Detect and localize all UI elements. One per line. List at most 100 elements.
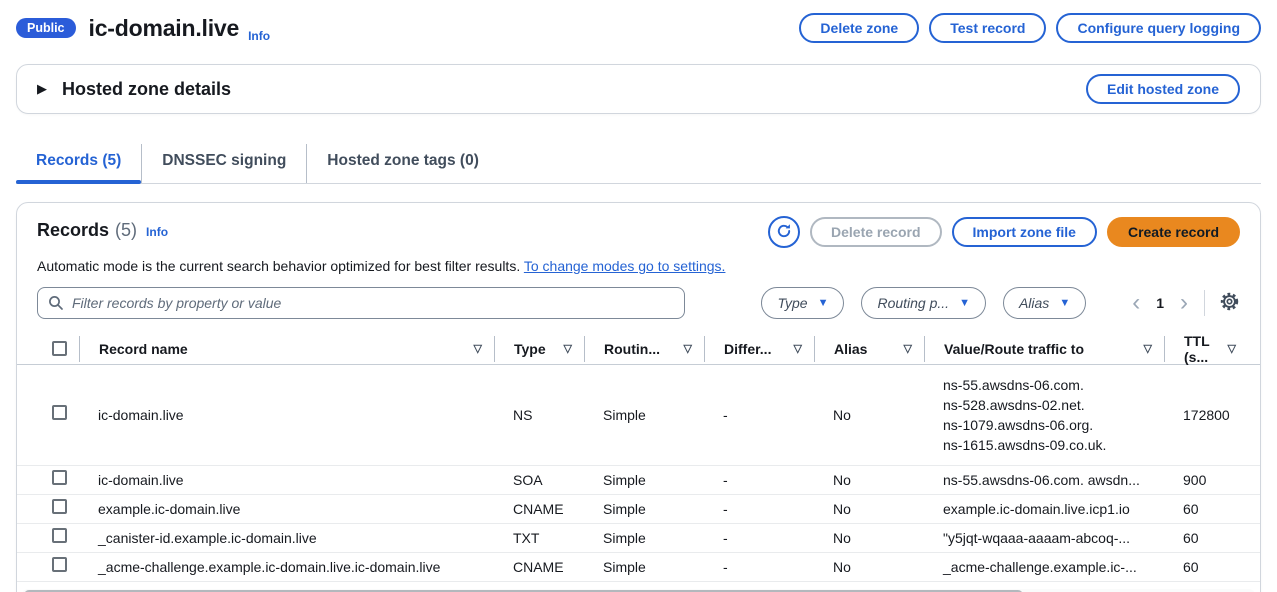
title-info-link[interactable]: Info xyxy=(248,29,270,46)
delete-record-button[interactable]: Delete record xyxy=(810,217,941,247)
ttl-cell: 60 xyxy=(1164,557,1248,577)
records-table: Record name▽ Type ▽ Routin... ▽ Differ...▽… xyxy=(17,333,1260,582)
sort-icon[interactable]: ▽ xyxy=(684,342,704,355)
hosted-zone-details-title: Hosted zone details xyxy=(62,79,231,100)
table-header-row: Record name▽ Type ▽ Routin... ▽ Differ...▽… xyxy=(17,333,1260,365)
records-panel-header: Records (5) Info Delete record Import zo… xyxy=(17,203,1260,248)
differentiator-cell: - xyxy=(704,405,814,425)
type-cell: CNAME xyxy=(494,499,584,519)
header-checkbox-cell xyxy=(37,336,79,362)
value-line: ns-1615.awsdns-09.co.uk. xyxy=(943,435,1164,455)
record-name-cell: _acme-challenge.example.ic-domain.live.i… xyxy=(79,557,494,577)
filter-controls: Type ▼ Routing p... ▼ Alias ▼ ‹ 1 › xyxy=(761,287,1240,319)
table-row[interactable]: _canister-id.example.ic-domain.live TXT … xyxy=(17,524,1260,553)
sort-icon[interactable]: ▽ xyxy=(904,342,924,355)
edit-hosted-zone-button[interactable]: Edit hosted zone xyxy=(1086,74,1240,104)
page-header: Public ic-domain.live Info Delete zone T… xyxy=(16,10,1261,46)
column-label: Routin... xyxy=(604,341,660,357)
value-line: ns-55.awsdns-06.com. xyxy=(943,375,1164,395)
sort-icon[interactable]: ▽ xyxy=(1144,342,1164,355)
routing-cell: Simple xyxy=(584,557,704,577)
chevron-down-icon: ▼ xyxy=(959,297,970,309)
refresh-icon xyxy=(776,223,792,242)
ttl-cell: 900 xyxy=(1164,470,1248,490)
tab-dnssec-signing[interactable]: DNSSEC signing xyxy=(141,144,306,183)
value-cell: example.ic-domain.live.icp1.io xyxy=(924,499,1164,519)
tab-records[interactable]: Records (5) xyxy=(16,144,141,183)
routing-cell: Simple xyxy=(584,528,704,548)
column-value: Value/Route traffic to▽ xyxy=(924,336,1164,362)
delete-zone-button[interactable]: Delete zone xyxy=(799,13,919,43)
sort-icon[interactable]: ▽ xyxy=(1228,342,1248,355)
routing-policy-filter-dropdown[interactable]: Routing p... ▼ xyxy=(861,287,986,319)
search-mode-description: Automatic mode is the current search beh… xyxy=(17,258,1260,274)
row-checkbox[interactable] xyxy=(52,557,67,572)
column-label: Alias xyxy=(834,341,867,357)
public-badge: Public xyxy=(16,18,76,39)
sort-icon[interactable]: ▽ xyxy=(474,342,494,355)
ttl-cell: 60 xyxy=(1164,528,1248,548)
differentiator-cell: - xyxy=(704,528,814,548)
import-zone-file-button[interactable]: Import zone file xyxy=(952,217,1097,247)
previous-page-icon[interactable]: ‹ xyxy=(1126,291,1146,315)
caret-right-icon[interactable]: ▶ xyxy=(37,81,47,97)
alias-cell: No xyxy=(814,528,924,548)
select-all-checkbox[interactable] xyxy=(52,341,67,356)
table-row[interactable]: _acme-challenge.example.ic-domain.live.i… xyxy=(17,553,1260,582)
table-body: ic-domain.live NS Simple - No ns-55.awsd… xyxy=(17,365,1260,582)
value-line: ns-528.awsdns-02.net. xyxy=(943,395,1164,415)
row-checkbox[interactable] xyxy=(52,470,67,485)
column-record-name: Record name▽ xyxy=(79,336,494,362)
routing-policy-filter-label: Routing p... xyxy=(877,295,949,311)
differentiator-cell: - xyxy=(704,499,814,519)
type-cell: NS xyxy=(494,405,584,425)
value-cell: ns-55.awsdns-06.com. awsdn... xyxy=(924,470,1164,490)
column-routing-policy: Routin... ▽ xyxy=(584,336,704,362)
refresh-button[interactable] xyxy=(768,216,800,248)
tab-bar: Records (5) DNSSEC signing Hosted zone t… xyxy=(16,144,1261,184)
sort-icon[interactable]: ▽ xyxy=(564,342,584,355)
create-record-button[interactable]: Create record xyxy=(1107,217,1240,247)
alias-cell: No xyxy=(814,499,924,519)
row-checkbox[interactable] xyxy=(52,528,67,543)
alias-filter-label: Alias xyxy=(1019,295,1049,311)
records-info-link[interactable]: Info xyxy=(146,225,168,241)
page-title: ic-domain.live xyxy=(89,15,240,42)
configure-query-logging-button[interactable]: Configure query logging xyxy=(1056,13,1261,43)
filter-records-input[interactable] xyxy=(37,287,685,319)
ttl-cell: 172800 xyxy=(1164,405,1248,425)
value-cell: "y5jqt-wqaaa-aaaam-abcoq-... xyxy=(924,528,1164,548)
row-checkbox[interactable] xyxy=(52,405,67,420)
search-box xyxy=(37,287,685,319)
current-page-number[interactable]: 1 xyxy=(1146,295,1174,311)
routing-cell: Simple xyxy=(584,499,704,519)
tab-hosted-zone-tags[interactable]: Hosted zone tags (0) xyxy=(306,144,499,183)
hosted-zone-details-toggle[interactable]: ▶ Hosted zone details xyxy=(37,79,231,100)
next-page-icon[interactable]: › xyxy=(1174,291,1194,315)
route53-hosted-zone-page: Public ic-domain.live Info Delete zone T… xyxy=(0,0,1277,592)
table-row[interactable]: example.ic-domain.live CNAME Simple - No… xyxy=(17,495,1260,524)
type-filter-dropdown[interactable]: Type ▼ xyxy=(761,287,844,319)
value-line: ns-1079.awsdns-06.org. xyxy=(943,415,1164,435)
sort-icon[interactable]: ▽ xyxy=(794,342,814,355)
column-differentiator: Differ...▽ xyxy=(704,336,814,362)
change-modes-settings-link[interactable]: To change modes go to settings. xyxy=(524,258,726,274)
record-name-cell: example.ic-domain.live xyxy=(79,499,494,519)
pagination: ‹ 1 › xyxy=(1126,291,1194,315)
test-record-button[interactable]: Test record xyxy=(929,13,1046,43)
gear-icon xyxy=(1219,291,1240,315)
record-name-cell: ic-domain.live xyxy=(79,405,494,425)
routing-cell: Simple xyxy=(584,405,704,425)
table-row[interactable]: ic-domain.live NS Simple - No ns-55.awsd… xyxy=(17,365,1260,466)
type-cell: SOA xyxy=(494,470,584,490)
column-label: Type xyxy=(514,341,546,357)
value-cell: ns-55.awsdns-06.com. ns-528.awsdns-02.ne… xyxy=(924,375,1164,455)
routing-cell: Simple xyxy=(584,470,704,490)
search-icon xyxy=(48,295,64,316)
records-count: (5) xyxy=(115,220,137,241)
preferences-button[interactable] xyxy=(1219,291,1240,315)
row-checkbox[interactable] xyxy=(52,499,67,514)
alias-filter-dropdown[interactable]: Alias ▼ xyxy=(1003,287,1086,319)
row-checkbox-cell xyxy=(37,557,79,577)
table-row[interactable]: ic-domain.live SOA Simple - No ns-55.aws… xyxy=(17,466,1260,495)
